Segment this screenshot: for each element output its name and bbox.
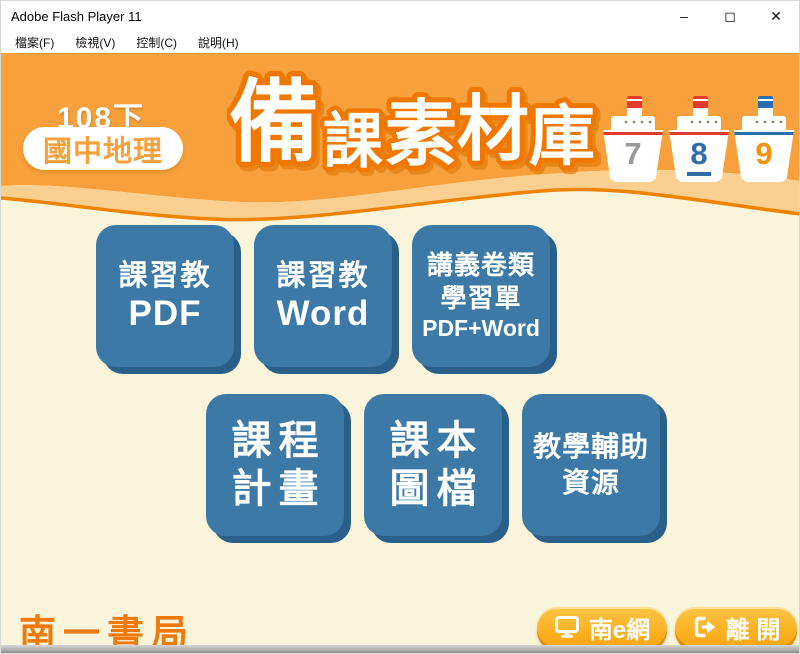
subject-label: 國中地理 <box>43 128 163 170</box>
boat-cabin-icon <box>611 116 655 132</box>
tile-curriculum-plan[interactable]: 課程 計畫 <box>206 394 344 536</box>
window-bottom-edge <box>1 645 799 653</box>
grade-9-number: 9 <box>734 138 794 169</box>
flash-stage: 108下 國中地理 備 課 素 材 庫 7 8 <box>1 53 800 647</box>
title-char-5: 庫 <box>529 99 595 173</box>
tile-label: 課習教 <box>118 258 211 294</box>
tile-label: 課程 <box>225 417 326 465</box>
boat-cabin-icon <box>677 116 721 132</box>
nanee-web-label: 南e網 <box>589 610 650 645</box>
boat-stripe-icon <box>734 132 794 135</box>
tile-label: 學習單 <box>440 282 521 315</box>
maximize-button[interactable]: ◻ <box>707 1 753 31</box>
boat-cabin-icon <box>742 116 786 132</box>
window-controls: – ◻ ✕ <box>661 1 799 31</box>
tile-label: Word <box>277 294 370 334</box>
tile-label: 講義卷類 <box>427 249 535 282</box>
tile-label: 圖檔 <box>383 465 484 513</box>
boat-windows-icon <box>753 120 785 124</box>
grade-7-number: 7 <box>603 138 663 169</box>
tile-label: 資源 <box>562 465 620 501</box>
exit-button[interactable]: 離 開 <box>675 607 797 647</box>
title-char-1: 備 <box>229 73 319 173</box>
tile-label: 課習教 <box>276 258 369 294</box>
tile-label: 計畫 <box>225 465 326 513</box>
grade-7-boat[interactable]: 7 <box>603 96 663 186</box>
menu-view[interactable]: 檢視(V) <box>65 31 125 54</box>
title-char-3: 素 <box>385 95 457 175</box>
menu-help[interactable]: 說明(H) <box>188 31 249 54</box>
boat-funnel-icon <box>693 96 708 118</box>
monitor-icon <box>554 615 581 639</box>
title-char-2: 課 <box>323 108 383 175</box>
tile-handouts-worksheets[interactable]: 講義卷類 學習單 PDF+Word <box>412 225 550 367</box>
boat-stripe-icon <box>669 132 729 135</box>
title-char-4: 材 <box>457 90 529 170</box>
menu-control[interactable]: 控制(C) <box>126 31 187 54</box>
grade-9-boat[interactable]: 9 <box>734 96 794 186</box>
tile-label: 教學輔助 <box>533 429 649 465</box>
tile-textbook-word[interactable]: 課習教 Word <box>254 225 392 367</box>
grade-8-number: 8 <box>669 138 729 169</box>
boat-hull-icon: 9 <box>734 130 794 182</box>
menu-file[interactable]: 檔案(F) <box>5 31 64 54</box>
boat-windows-icon <box>622 120 654 124</box>
grade-8-boat[interactable]: 8 <box>669 96 729 186</box>
tile-label: PDF+Word <box>422 314 540 343</box>
page-title: 備 課 素 材 庫 <box>227 61 599 189</box>
nanee-web-button[interactable]: 南e網 <box>537 607 667 647</box>
flash-player-window: Adobe Flash Player 11 – ◻ ✕ 檔案(F) 檢視(V) … <box>0 0 800 654</box>
minimize-button[interactable]: – <box>661 1 707 31</box>
boat-hull-icon: 8 <box>669 130 729 182</box>
boat-hull-icon: 7 <box>603 130 663 182</box>
subject-badge: 國中地理 <box>23 127 183 170</box>
boat-windows-icon <box>688 120 720 124</box>
tile-textbook-pdf[interactable]: 課習教 PDF <box>96 225 234 367</box>
close-button[interactable]: ✕ <box>753 1 799 31</box>
menubar: 檔案(F) 檢視(V) 控制(C) 說明(H) <box>1 31 799 53</box>
tile-label: 課本 <box>383 417 484 465</box>
boat-funnel-icon <box>627 96 642 118</box>
window-title: Adobe Flash Player 11 <box>11 9 142 24</box>
exit-label: 離 開 <box>726 610 781 645</box>
exit-icon <box>692 615 718 639</box>
tile-teaching-aids[interactable]: 教學輔助 資源 <box>522 394 660 536</box>
tile-textbook-images[interactable]: 課本 圖檔 <box>364 394 502 536</box>
publisher-logo: 南一書局 <box>19 603 195 647</box>
boat-stripe-icon <box>603 132 663 135</box>
tile-label: PDF <box>129 294 202 334</box>
boat-funnel-icon <box>758 96 773 118</box>
